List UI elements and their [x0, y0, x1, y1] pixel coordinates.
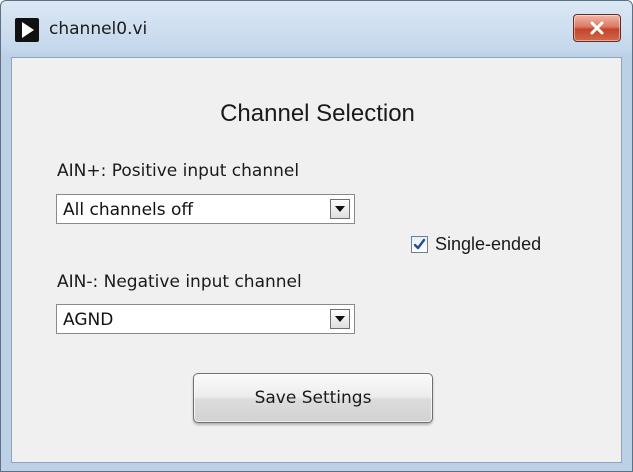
page-title: Channel Selection [220, 100, 415, 127]
chevron-down-icon[interactable] [330, 309, 350, 329]
title-bar[interactable]: channel0.vi [1, 1, 632, 57]
chevron-down-icon[interactable] [330, 199, 350, 219]
save-settings-button[interactable]: Save Settings [193, 373, 433, 423]
close-x-icon [590, 21, 604, 35]
single-ended-label: Single-ended [435, 234, 542, 254]
front-panel: Channel Selection AIN+: Positive input c… [11, 57, 622, 463]
checkmark-icon [413, 238, 426, 250]
positive-channel-value: All channels off [63, 200, 194, 220]
negative-channel-select[interactable]: AGND [56, 304, 355, 334]
app-window: channel0.vi Channel Selection AIN+: Posi… [0, 0, 633, 472]
run-arrow-icon [15, 18, 39, 42]
window-title: channel0.vi [49, 19, 148, 39]
positive-channel-select[interactable]: All channels off [56, 194, 355, 224]
negative-channel-label: AIN-: Negative input channel [57, 272, 302, 292]
negative-channel-value: AGND [63, 310, 114, 330]
positive-channel-label: AIN+: Positive input channel [57, 161, 300, 181]
single-ended-checkbox[interactable] [411, 236, 428, 253]
close-button[interactable] [573, 14, 621, 42]
